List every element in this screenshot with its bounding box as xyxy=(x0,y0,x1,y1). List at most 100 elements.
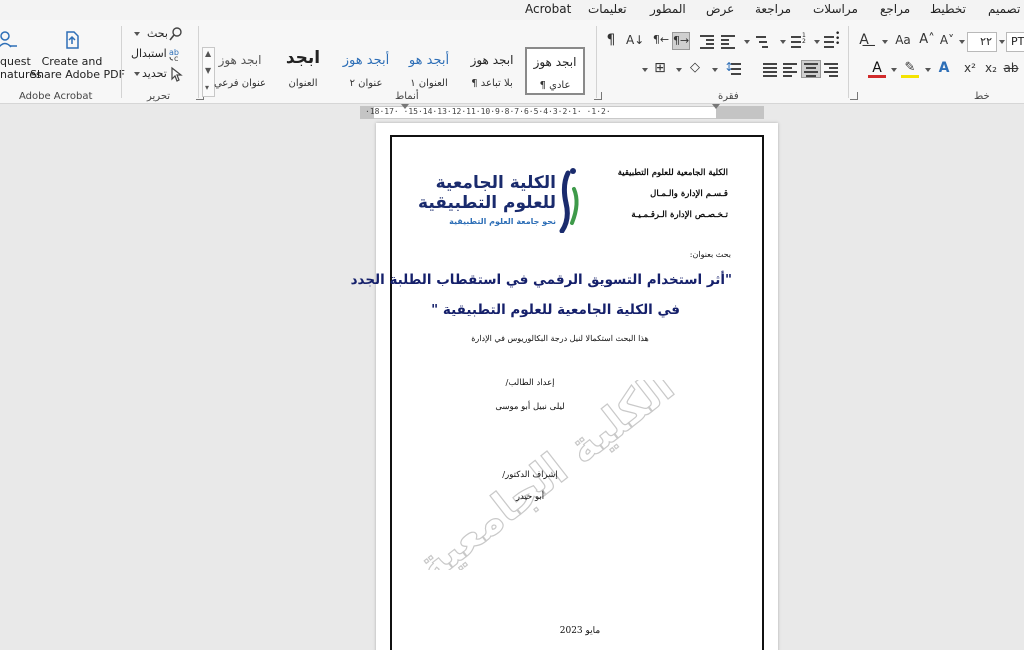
style-heading-2[interactable]: أبجد هوز عنوان ٢ xyxy=(336,47,396,95)
styles-group-label: أنماط xyxy=(395,91,419,102)
change-case-icon[interactable]: Aa xyxy=(892,32,914,48)
select-dropdown-icon[interactable] xyxy=(134,72,140,76)
research-title-label: بحث بعنوان: xyxy=(689,250,731,259)
tab-view[interactable]: عرض xyxy=(706,2,734,16)
research-title-line2: في الكلية الجامعية للعلوم التطبيقية " xyxy=(431,302,680,318)
align-right-icon[interactable] xyxy=(822,61,840,77)
font-size-field[interactable]: ٢٢ xyxy=(967,32,997,52)
numbering-dropdown-icon[interactable] xyxy=(780,40,786,44)
align-center-icon[interactable] xyxy=(801,60,821,78)
replace-icon: ab c xyxy=(168,46,186,63)
text-effects-icon[interactable]: A xyxy=(935,60,953,76)
find-icon xyxy=(168,26,186,42)
paragraph-launcher-icon[interactable] xyxy=(850,92,858,100)
change-case-dropdown-icon[interactable] xyxy=(882,40,888,44)
shading-dropdown-icon[interactable] xyxy=(642,68,648,72)
multilevel-dropdown-icon[interactable] xyxy=(744,40,750,44)
replace-button[interactable]: استبدال xyxy=(131,47,167,60)
tab-design[interactable]: تصميم xyxy=(988,2,1020,16)
styles-gallery: ابجد هوز ¶ عادي ابجد هوز ¶ بلا تباعد أبج… xyxy=(210,47,588,97)
tab-layout[interactable]: تخطيط xyxy=(930,2,966,16)
superscript-icon[interactable]: x² xyxy=(961,60,979,76)
specialization-header: تـخـصـص الإدارة الـرقـمـيـة xyxy=(631,210,728,220)
rtl-direction-icon[interactable]: ¶← xyxy=(652,32,670,48)
style-title[interactable]: ابجد العنوان xyxy=(273,47,333,95)
line-spacing-icon[interactable]: ↕ xyxy=(724,60,742,77)
increase-indent-icon[interactable] xyxy=(719,33,737,49)
right-indent-marker[interactable] xyxy=(712,104,720,109)
shading-icon[interactable]: ◇ xyxy=(686,60,704,76)
highlight-icon[interactable]: ✎ xyxy=(901,60,919,78)
justify-icon[interactable] xyxy=(761,61,779,77)
editing-group-label: تحرير xyxy=(147,91,171,102)
borders-dropdown-icon[interactable] xyxy=(676,68,682,72)
sort-icon[interactable]: A↓ xyxy=(626,32,644,48)
ribbon: quest natures Create and Share Adobe PDF… xyxy=(0,20,1024,104)
research-subtitle: هذا البحث استكمالا لنيل درجة البكالوريوس… xyxy=(471,334,649,343)
department-header: قـسـم الإدارة والـمـال xyxy=(650,189,728,199)
subscript-icon[interactable]: x₂ xyxy=(982,60,1000,76)
request-signatures-button[interactable]: quest natures xyxy=(0,55,42,81)
font-color-dropdown-icon[interactable] xyxy=(891,68,897,72)
font-name-field[interactable]: PT xyxy=(1006,32,1024,52)
font-size-dropdown-icon[interactable] xyxy=(959,40,965,44)
tab-acrobat[interactable]: Acrobat xyxy=(525,2,571,16)
separator xyxy=(596,26,597,98)
highlight-dropdown-icon[interactable] xyxy=(925,68,931,72)
select-cursor-icon xyxy=(168,66,186,82)
logo-tagline: نحو جامعة العلوم التطبيقية xyxy=(449,217,556,226)
prepared-by-label: إعداد الطالب/ xyxy=(505,378,555,388)
multilevel-list-icon[interactable] xyxy=(754,33,772,49)
gallery-expand-icon[interactable]: ▾ xyxy=(205,83,209,92)
create-share-pdf-button[interactable]: Create and Share Adobe PDF xyxy=(30,55,125,81)
style-heading-1[interactable]: أبجد هو العنوان ١ xyxy=(399,47,459,95)
menu-tabs: تصميم تخطيط مراجع مراسلات مراجعة عرض الم… xyxy=(0,0,1024,20)
acrobat-group-label: Adobe Acrobat xyxy=(19,91,93,102)
clear-formatting-icon[interactable]: A͟ xyxy=(855,32,873,48)
tab-review[interactable]: مراجعة xyxy=(755,2,791,16)
paragraph-group-label: فقرة xyxy=(718,91,739,102)
line-spacing-dropdown-icon[interactable] xyxy=(712,68,718,72)
font-color-icon[interactable]: A xyxy=(868,60,886,78)
svg-text:c: c xyxy=(174,54,178,62)
bullets-dropdown-icon[interactable] xyxy=(814,40,820,44)
find-button[interactable]: بحث xyxy=(147,27,168,40)
numbering-icon[interactable]: 12 xyxy=(789,32,807,49)
style-subtitle[interactable]: ابجد هوز عنوان فرعي xyxy=(210,47,270,95)
decrease-indent-icon[interactable] xyxy=(698,33,716,49)
ruler-marks: ·18·17· ·15·14·13·12·11·10·9·8·7·6·5·4·3… xyxy=(365,107,611,116)
student-name: ليلى نبيل أبو موسى xyxy=(495,402,565,412)
font-name-dropdown-icon[interactable] xyxy=(999,40,1005,44)
tab-developer[interactable]: المطور xyxy=(650,2,686,16)
strikethrough-icon[interactable]: ab xyxy=(1002,60,1020,76)
college-logo: الكلية الجامعية للعلوم التطبيقية نحو جام… xyxy=(418,167,586,234)
tab-references[interactable]: مراجع xyxy=(880,2,910,16)
tab-help[interactable]: تعليمات xyxy=(588,2,627,16)
request-signatures-icon xyxy=(0,30,17,48)
ltr-direction-icon[interactable]: ¶→ xyxy=(672,32,690,50)
select-button[interactable]: تحديد xyxy=(142,67,167,80)
logo-text-line2: للعلوم التطبيقية xyxy=(418,193,556,213)
shrink-font-icon[interactable]: A˅ xyxy=(938,32,956,48)
find-dropdown-icon[interactable] xyxy=(134,32,140,36)
grow-font-icon[interactable]: A˄ xyxy=(918,32,936,48)
separator xyxy=(198,26,199,98)
left-indent-marker[interactable] xyxy=(401,104,409,109)
supervisor-name: أبو حيدر xyxy=(515,492,545,502)
show-marks-icon[interactable]: ¶ xyxy=(602,32,620,48)
style-normal[interactable]: ابجد هوز ¶ عادي xyxy=(525,47,585,95)
borders-icon[interactable]: ⊞ xyxy=(651,60,669,76)
create-pdf-icon xyxy=(62,30,82,50)
separator xyxy=(121,26,122,98)
separator xyxy=(848,26,849,98)
supervisor-label: إشراف الدكتور/ xyxy=(502,470,558,480)
bullets-icon[interactable]: • • • xyxy=(822,29,840,49)
align-left-icon[interactable] xyxy=(781,61,799,77)
tab-mailings[interactable]: مراسلات xyxy=(813,2,858,16)
research-title-line1: "أثر استخدام التسويق الرقمي في استقطاب ا… xyxy=(350,272,732,288)
font-group-label: خط xyxy=(974,91,990,102)
logo-text-line1: الكلية الجامعية xyxy=(435,173,556,193)
document-date: مايو 2023 xyxy=(559,626,601,636)
style-no-spacing[interactable]: ابجد هوز ¶ بلا تباعد xyxy=(462,47,522,95)
college-name-header: الكلية الجامعية للعلوم التطبيقية xyxy=(617,168,728,178)
